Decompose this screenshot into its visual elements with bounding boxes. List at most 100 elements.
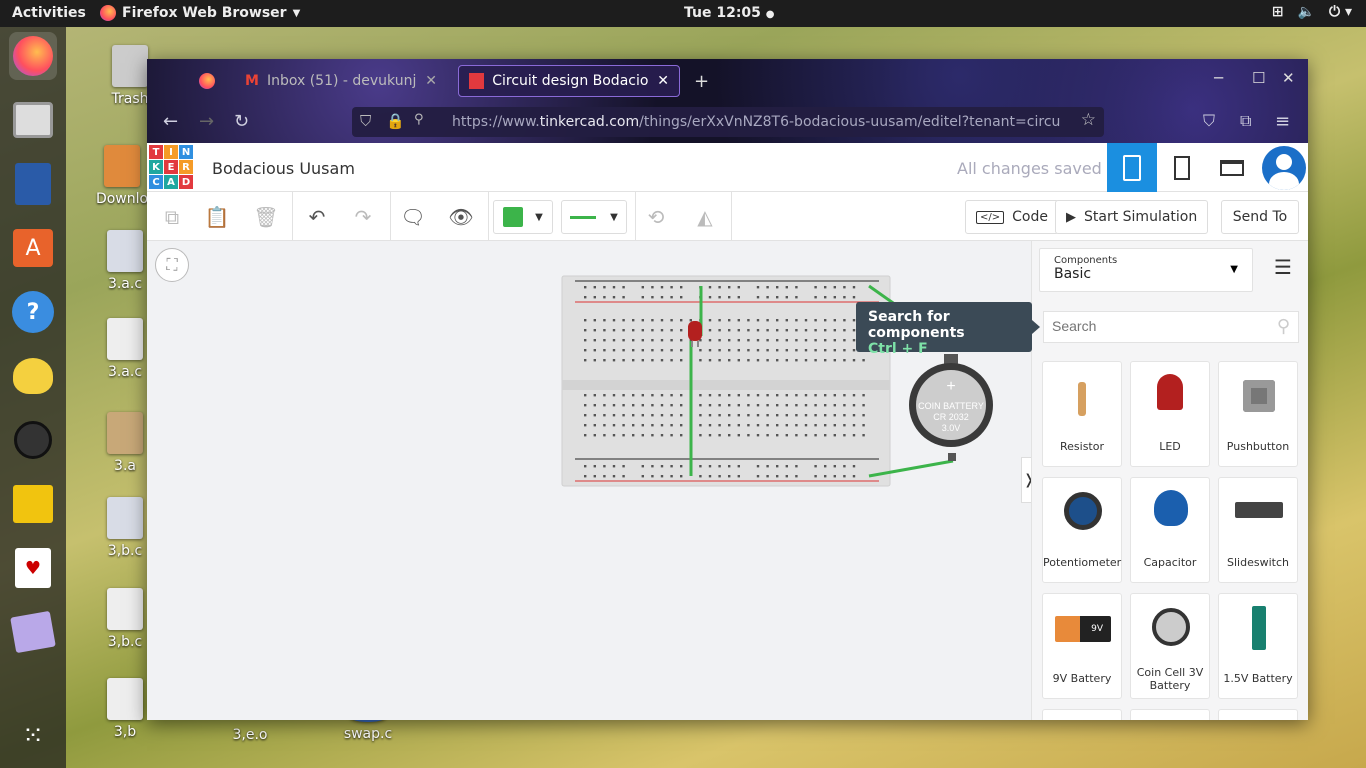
desktop-icon-label: 3.a.c <box>107 364 143 380</box>
redo-icon[interactable]: ↷ <box>348 200 378 234</box>
forward-icon[interactable]: → <box>199 111 214 132</box>
component-tile[interactable]: Resistor <box>1042 361 1122 467</box>
avatar-icon <box>1262 145 1306 190</box>
tab-inbox[interactable]: M Inbox (51) - devukunjuus ✕ <box>235 65 447 97</box>
component-list-button[interactable] <box>1207 143 1257 192</box>
cards-icon[interactable]: ♥ <box>9 544 57 592</box>
send-to-button[interactable]: Send To <box>1221 200 1299 234</box>
breadboard[interactable] <box>561 275 891 487</box>
app-menu[interactable]: Firefox Web Browser ▼ <box>100 5 300 21</box>
help-icon[interactable]: ? <box>9 288 57 336</box>
wire-style-icon <box>570 215 597 219</box>
power-icon[interactable]: ⏻ ▾ <box>1329 4 1352 20</box>
files-icon[interactable] <box>9 96 57 144</box>
search-input[interactable] <box>1044 312 1254 340</box>
search-icon[interactable]: ⚲ <box>1277 316 1290 337</box>
component-tile[interactable] <box>1130 709 1210 720</box>
browser-window: M Inbox (51) - devukunjuus ✕ Circuit des… <box>147 59 1308 720</box>
activities-button[interactable]: Activities <box>12 5 86 21</box>
mines-icon[interactable] <box>9 416 57 464</box>
close-tab-icon[interactable]: ✕ <box>657 73 669 89</box>
undo-icon[interactable]: ↶ <box>302 200 332 234</box>
component-tile[interactable]: Coin Cell 3V Battery <box>1130 593 1210 699</box>
extensions-icon[interactable]: ⧉ <box>1240 111 1251 131</box>
sudoku-icon[interactable] <box>9 608 57 656</box>
component-category-dropdown[interactable]: Components Basic ▼ <box>1039 248 1253 292</box>
document-viewer-icon[interactable] <box>9 160 57 208</box>
component-tile[interactable]: Potentiometer <box>1042 477 1122 583</box>
delete-icon[interactable]: 🗑 <box>251 200 281 234</box>
desktop-icon-label: 3,e.o <box>232 727 268 743</box>
project-title[interactable]: Bodacious Uusam <box>212 159 355 178</box>
pocket-icon[interactable]: ⛉ <box>1203 111 1215 131</box>
copy-icon[interactable]: ⧉ <box>157 200 187 234</box>
firefox-dock-icon[interactable] <box>9 32 57 80</box>
volume-icon[interactable]: 🔈 <box>1298 4 1315 20</box>
component-label: Slideswitch <box>1227 556 1289 569</box>
dropdown-header: Components <box>1054 255 1118 266</box>
desktop-icon[interactable]: 3,e.o <box>225 727 275 743</box>
flip-icon[interactable]: ◭ <box>690 200 720 234</box>
permissions-icon[interactable]: ⚲ <box>414 112 424 127</box>
fill-color-picker[interactable]: ▼ <box>493 200 553 234</box>
component-search-box[interactable]: ⚲ <box>1043 311 1299 343</box>
desktop-icon[interactable]: 3,b <box>100 678 150 740</box>
start-simulation-button[interactable]: ▶ Start Simulation <box>1055 200 1209 234</box>
notes-icon[interactable]: 🗨 <box>398 200 428 234</box>
bookmark-star-icon[interactable]: ☆ <box>1081 110 1096 130</box>
back-icon[interactable]: ← <box>163 111 178 132</box>
desktop-icon-label: 3.a <box>114 458 136 474</box>
desktop-icon[interactable]: 3,b.c <box>100 497 150 559</box>
close-window-icon[interactable]: ✕ <box>1282 69 1295 87</box>
desktop-icon[interactable]: 3.a.c <box>100 318 150 380</box>
software-center-icon[interactable]: A <box>9 224 57 272</box>
show-apps-icon[interactable]: ⁙ <box>9 712 57 760</box>
schematic-view-button[interactable] <box>1157 143 1207 192</box>
maximize-icon[interactable]: ☐ <box>1252 69 1265 87</box>
component-tile[interactable]: Slideswitch <box>1218 477 1298 583</box>
coin-battery-component[interactable]: + COIN BATTERY CR 2032 3.0V <box>909 354 993 461</box>
component-tile[interactable] <box>1042 709 1122 720</box>
logo-letter: E <box>164 160 178 174</box>
wire-type-picker[interactable]: ▼ <box>561 200 627 234</box>
url-prefix: https://www. <box>452 114 540 130</box>
list-view-icon[interactable]: ☰ <box>1274 255 1292 279</box>
component-label: Coin Cell 3V Battery <box>1136 666 1204 692</box>
editor-toolbar: ⧉ 📋 🗑 ↶ ↷ 🗨 👁 ▼ ▼ ⟲ ◭ </> Code ▶ Start S… <box>147 192 1308 241</box>
firefox-view-icon[interactable] <box>199 73 215 89</box>
mahjongg-icon[interactable] <box>9 480 57 528</box>
component-tile[interactable]: 9V 9V Battery <box>1042 593 1122 699</box>
url-bar[interactable]: ⛉ 🔒 ⚲ https://www.tinkercad.com/things/e… <box>352 107 1104 137</box>
close-tab-icon[interactable]: ✕ <box>425 73 437 89</box>
minimize-icon[interactable]: ─ <box>1214 69 1223 87</box>
component-tile[interactable]: Pushbutton <box>1218 361 1298 467</box>
code-button[interactable]: </> Code <box>965 200 1059 234</box>
desktop-icon[interactable]: 3,b.c <box>100 588 150 650</box>
clock[interactable]: Tue 12:05 ● <box>684 5 775 21</box>
tinkercad-logo[interactable]: TIN KER CAD <box>149 145 193 189</box>
lock-icon[interactable]: 🔒 <box>386 112 405 130</box>
menu-icon[interactable]: ≡ <box>1275 111 1290 132</box>
rotate-icon[interactable]: ⟲ <box>641 200 671 234</box>
teapot-icon[interactable] <box>9 352 57 400</box>
reload-icon[interactable]: ↻ <box>234 111 249 132</box>
component-tile[interactable]: LED <box>1130 361 1210 467</box>
new-tab-icon[interactable]: + <box>694 71 709 92</box>
logo-letter: K <box>149 160 163 174</box>
tab-circuit-design[interactable]: Circuit design Bodacious ✕ <box>458 65 680 97</box>
component-tile[interactable]: Capacitor <box>1130 477 1210 583</box>
tab-label: Circuit design Bodacious <box>492 73 650 89</box>
dropdown-value: Basic <box>1054 266 1092 282</box>
notes-visibility-icon[interactable]: 👁 <box>446 200 476 234</box>
shield-icon[interactable]: ⛉ <box>360 112 371 130</box>
component-tile[interactable]: 1.5V Battery <box>1218 593 1298 699</box>
desktop-icon[interactable]: 3.a.c <box>100 230 150 292</box>
paste-icon[interactable]: 📋 <box>202 200 232 234</box>
user-avatar[interactable] <box>1259 143 1309 192</box>
component-tile[interactable] <box>1218 709 1298 720</box>
desktop-icon[interactable]: 3.a <box>100 412 150 474</box>
system-tray[interactable]: ⊞ 🔈 ⏻ ▾ <box>1272 4 1352 20</box>
network-icon[interactable]: ⊞ <box>1272 4 1284 20</box>
desktop-icon[interactable]: Downlo <box>92 145 152 207</box>
circuit-view-button[interactable] <box>1107 143 1157 192</box>
